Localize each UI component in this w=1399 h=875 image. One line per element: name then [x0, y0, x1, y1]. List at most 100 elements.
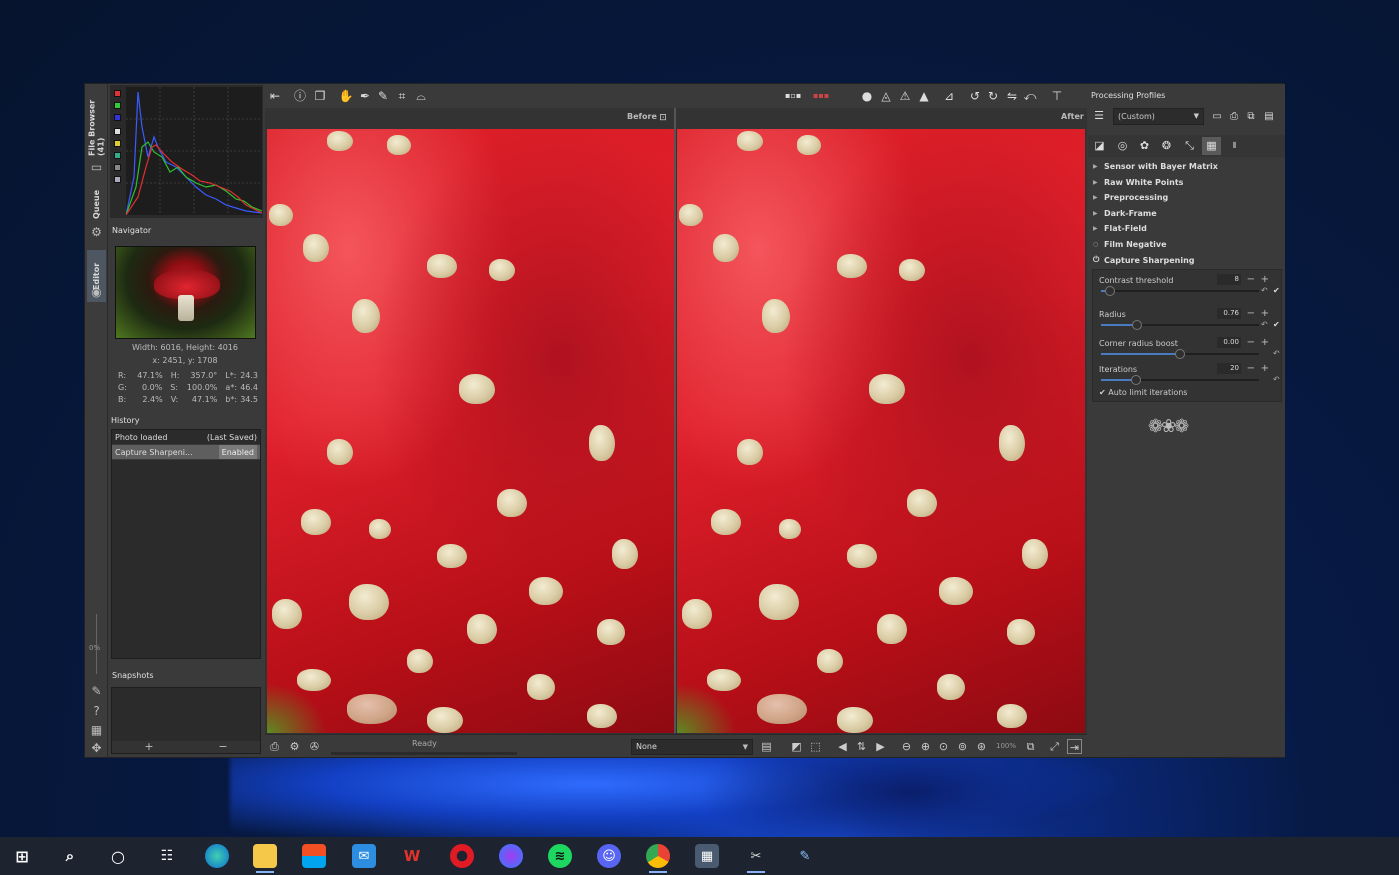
slider-knob[interactable]: [1132, 320, 1143, 330]
gears-icon[interactable]: ⚙: [89, 225, 104, 240]
histogram-red-toggle[interactable]: [114, 90, 121, 97]
crop-icon[interactable]: ⌗: [394, 88, 410, 104]
rotate-right-icon[interactable]: ↻: [985, 88, 1001, 104]
tool-dark-frame[interactable]: ▶ Dark-Frame: [1093, 206, 1157, 220]
color-picker-icon[interactable]: ✎: [375, 88, 391, 104]
slider-knob[interactable]: [1105, 286, 1116, 296]
tool-raw-white-points[interactable]: ▶ Raw White Points: [1093, 175, 1183, 189]
tool-preprocessing[interactable]: ▶ Preprocessing: [1093, 190, 1168, 204]
send-to-editor-icon[interactable]: ✇: [307, 739, 322, 754]
color-management-icon[interactable]: ▤: [759, 739, 774, 754]
slider-track[interactable]: [1101, 375, 1259, 385]
tab-queue[interactable]: Queue: [87, 184, 106, 224]
plus-icon[interactable]: +: [1261, 337, 1269, 348]
history-row[interactable]: Photo loaded (Last Saved): [112, 430, 260, 445]
channel-preview-icon[interactable]: ▪▪▪: [813, 88, 829, 104]
discord-icon[interactable]: ☺: [597, 844, 621, 868]
navigator-thumbnail[interactable]: [115, 246, 256, 339]
store-icon[interactable]: [302, 844, 326, 868]
hide-right-panel-icon[interactable]: ⇥: [1067, 739, 1082, 754]
white-balance-picker-icon[interactable]: ✒: [357, 88, 373, 104]
output-select[interactable]: None ▼: [631, 739, 753, 755]
fullscreen-icon[interactable]: ✥: [89, 741, 104, 756]
mail-icon[interactable]: ✉: [352, 844, 376, 868]
histogram-mode-toggle[interactable]: [114, 176, 121, 183]
queue-add-icon[interactable]: ⚙: [287, 739, 302, 754]
messenger-icon[interactable]: [499, 844, 523, 868]
plus-icon[interactable]: +: [1261, 363, 1269, 374]
remove-snapshot-button[interactable]: −: [186, 741, 260, 753]
power-icon[interactable]: ⏻: [1093, 255, 1104, 265]
histogram-green-toggle[interactable]: [114, 102, 121, 109]
auto-check-icon[interactable]: ✔: [1273, 286, 1280, 295]
metadata-tab-icon[interactable]: ⦀: [1225, 137, 1244, 155]
tool-sensor-bayer[interactable]: ▶ Sensor with Bayer Matrix: [1093, 159, 1218, 173]
aperture-icon[interactable]: ◉: [89, 285, 104, 300]
slider-track[interactable]: [1101, 320, 1259, 330]
slider-knob[interactable]: [1175, 349, 1185, 359]
contrast-threshold-slider[interactable]: Contrast threshold 8 − + ↶ ✔: [1099, 274, 1280, 304]
advanced-tab-icon[interactable]: ❂: [1157, 137, 1176, 155]
color-tab-icon[interactable]: ✿: [1135, 137, 1154, 155]
cortana-icon[interactable]: ○: [106, 844, 130, 868]
plus-icon[interactable]: +: [1261, 308, 1269, 319]
spotify-icon[interactable]: ≋: [548, 844, 572, 868]
histogram-blue-toggle[interactable]: [114, 114, 121, 121]
preview-background-icon[interactable]: ▪▫▪: [785, 88, 801, 104]
zoom-in-icon[interactable]: ⊕: [918, 739, 933, 754]
histogram-luminance-toggle[interactable]: [114, 128, 121, 135]
preferences-icon[interactable]: ▦: [89, 723, 104, 738]
lock-icon[interactable]: ⊡: [655, 110, 671, 126]
reset-icon[interactable]: ↶: [1261, 320, 1268, 329]
chrome-icon[interactable]: [646, 844, 670, 873]
help-icon[interactable]: ?: [89, 704, 104, 719]
auto-limit-checkbox[interactable]: ✔ Auto limit iterations: [1099, 388, 1187, 397]
soft-proof-icon[interactable]: ◩: [789, 739, 804, 754]
focus-mask-icon[interactable]: ●: [859, 88, 875, 104]
reset-icon[interactable]: ↶: [1273, 349, 1280, 358]
info-icon[interactable]: ⓘ: [292, 88, 308, 104]
save-profile-icon[interactable]: ⎙: [1226, 109, 1242, 125]
reset-icon[interactable]: ↶: [1273, 375, 1280, 384]
highlight-clip-warning-icon[interactable]: ⚠: [897, 88, 913, 104]
task-view-icon[interactable]: ☷: [155, 844, 179, 868]
profile-list-icon[interactable]: ☰: [1091, 108, 1107, 124]
slider-track[interactable]: [1101, 286, 1259, 296]
tool-flat-field[interactable]: ▶ Flat-Field: [1093, 221, 1147, 235]
paste-profile-icon[interactable]: ▤: [1261, 109, 1277, 125]
param-value[interactable]: 0.00: [1217, 337, 1241, 348]
tool-capture-sharpening[interactable]: ⏻ Capture Sharpening: [1093, 253, 1194, 267]
histogram-chroma-toggle[interactable]: [114, 140, 121, 147]
gamut-check-icon[interactable]: ⬚: [808, 739, 823, 754]
edge-icon[interactable]: [205, 844, 229, 868]
paint-icon[interactable]: ✎: [793, 844, 817, 868]
new-detail-window-icon[interactable]: ⧉: [1023, 739, 1038, 754]
opera-icon[interactable]: [450, 844, 474, 868]
hand-tool-icon[interactable]: ✋: [338, 88, 354, 104]
folder-icon[interactable]: ▭: [89, 160, 104, 175]
transform-tab-icon[interactable]: ⤡: [1180, 137, 1199, 155]
hide-left-panel-icon[interactable]: ⇤: [267, 88, 283, 104]
raw-tab-icon[interactable]: ▦: [1202, 137, 1221, 155]
slider-track[interactable]: [1101, 349, 1259, 359]
histogram-bar-toggle[interactable]: [114, 164, 121, 171]
tab-file-browser[interactable]: File Browser (41): [87, 88, 106, 156]
shadow-clip-icon[interactable]: ◬: [878, 88, 894, 104]
file-explorer-icon[interactable]: [253, 844, 277, 873]
param-value[interactable]: 0.76: [1217, 308, 1241, 319]
hide-top-panel-icon[interactable]: ⊤: [1049, 88, 1065, 104]
load-profile-icon[interactable]: ▭: [1209, 109, 1225, 125]
auto-check-icon[interactable]: ✔: [1273, 320, 1280, 329]
previous-image-icon[interactable]: ◀: [835, 739, 850, 754]
start-icon[interactable]: ⊞: [10, 844, 34, 868]
slider-knob[interactable]: [1130, 375, 1141, 385]
minus-icon[interactable]: −: [1247, 337, 1255, 348]
next-image-icon[interactable]: ▶: [873, 739, 888, 754]
radius-slider[interactable]: Radius 0.76 − + ↶ ✔: [1099, 308, 1280, 338]
rotate-left-icon[interactable]: ↺: [967, 88, 983, 104]
minus-icon[interactable]: −: [1247, 274, 1255, 285]
flip-horizontal-icon[interactable]: ⇋: [1004, 88, 1020, 104]
perspective-icon[interactable]: ⊿: [941, 88, 957, 104]
save-icon[interactable]: ⎙: [267, 739, 282, 754]
reset-icon[interactable]: ↶: [1261, 286, 1268, 295]
